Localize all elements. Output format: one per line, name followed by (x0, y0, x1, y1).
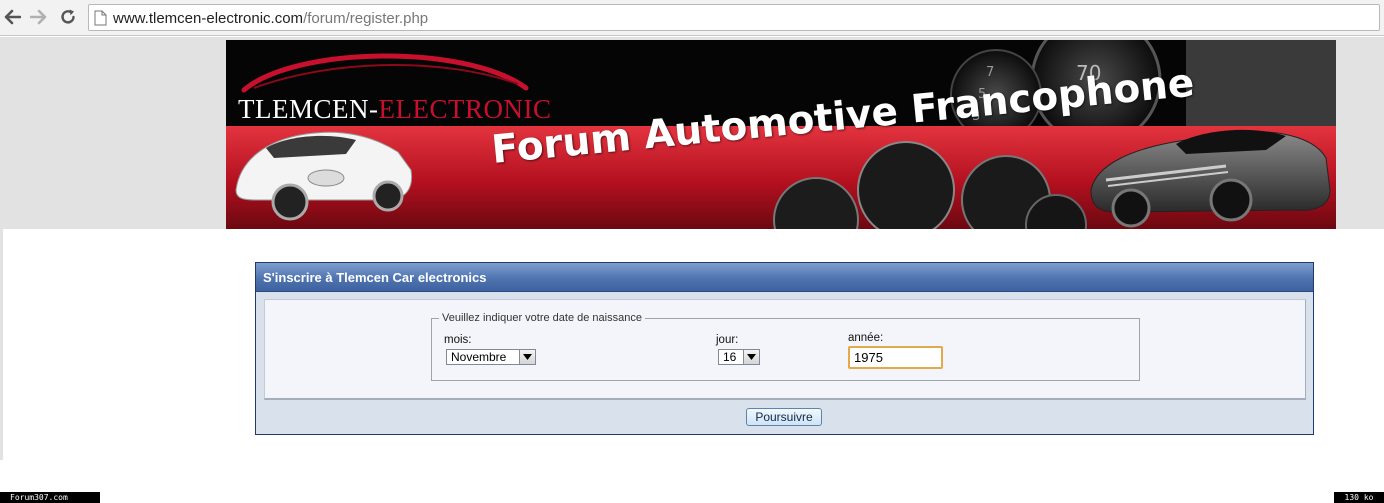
reload-icon (61, 9, 75, 24)
back-button[interactable] (0, 5, 24, 29)
day-select[interactable]: 16 (718, 349, 760, 365)
continue-button[interactable]: Poursuivre (746, 408, 822, 426)
month-select[interactable]: Novembre (446, 349, 536, 365)
registration-panel: S'inscrire à Tlemcen Car electronics Veu… (255, 262, 1314, 435)
birthdate-legend: Veuillez indiquer votre date de naissanc… (439, 312, 645, 324)
chevron-down-icon (743, 350, 759, 364)
day-value: 16 (723, 350, 737, 364)
url-host: www.tlemcen-electronic.com (113, 10, 304, 27)
page-left-edge (0, 229, 3, 460)
year-label: année: (848, 332, 884, 344)
brand-part-2: ELECTRONIC (378, 94, 552, 124)
page-icon (94, 10, 107, 26)
status-left: Forum307.com (0, 492, 100, 503)
birthdate-form: Veuillez indiquer votre date de naissanc… (264, 299, 1306, 400)
url-text: www.tlemcen-electronic.com/forum/registe… (113, 10, 428, 27)
month-value: Novembre (451, 350, 507, 364)
status-right: 130 ko (1334, 492, 1384, 503)
forward-arrow-icon (30, 9, 47, 25)
day-label: jour: (716, 334, 739, 346)
svg-text:7: 7 (986, 65, 994, 80)
chevron-down-icon (519, 350, 535, 364)
forward-button[interactable] (27, 5, 51, 29)
birthdate-fieldset: Veuillez indiquer votre date de naissanc… (431, 312, 1140, 381)
url-path: /forum/register.php (303, 10, 429, 27)
browser-toolbar: www.tlemcen-electronic.com/forum/registe… (0, 0, 1384, 36)
panel-title: S'inscrire à Tlemcen Car electronics (263, 270, 487, 285)
reload-button[interactable] (56, 5, 80, 29)
month-label: mois: (444, 334, 472, 346)
panel-header: S'inscrire à Tlemcen Car electronics (256, 263, 1313, 292)
back-arrow-icon (4, 9, 21, 25)
brand-part-1: TLEMCEN- (238, 94, 379, 124)
address-bar[interactable]: www.tlemcen-electronic.com/forum/registe… (88, 4, 1380, 31)
brand-logo-text: TLEMCEN-ELECTRONIC (238, 94, 551, 125)
forum-banner: 70 7 5 3 TLEMCEN-ELECTRONIC Forum Automo… (226, 40, 1336, 229)
year-input[interactable] (848, 346, 943, 369)
